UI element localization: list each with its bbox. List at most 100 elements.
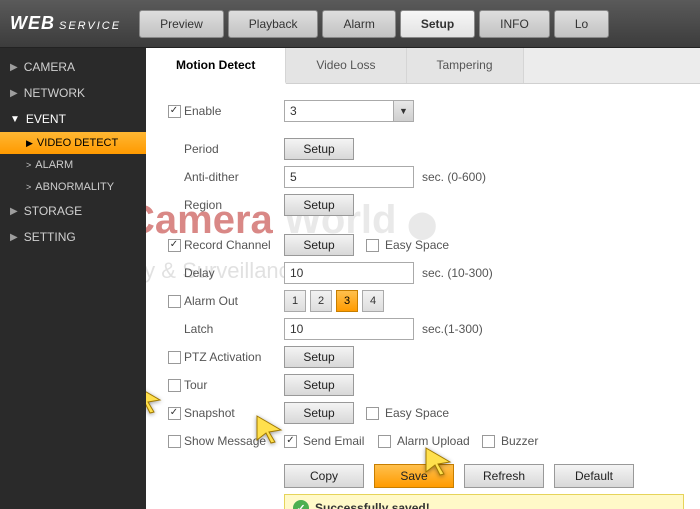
- sidebar-item-setting[interactable]: ▶ SETTING: [0, 224, 146, 250]
- refresh-button[interactable]: Refresh: [464, 464, 544, 488]
- channel-1-button[interactable]: 1: [284, 290, 306, 312]
- show-message-checkbox[interactable]: [168, 435, 181, 448]
- logo-main: WEB: [10, 13, 55, 33]
- tab-logout[interactable]: Lo: [554, 10, 609, 38]
- enable-value: 3: [290, 104, 297, 118]
- enable-label: Enable: [184, 104, 284, 118]
- tab-setup[interactable]: Setup: [400, 10, 475, 38]
- snapshot-label: Snapshot: [184, 406, 284, 420]
- sub-tabs: Motion Detect Video Loss Tampering: [146, 48, 700, 84]
- tab-preview[interactable]: Preview: [139, 10, 224, 38]
- send-email-label: Send Email: [303, 434, 378, 448]
- sidebar-item-label: ABNORMALITY: [35, 181, 114, 193]
- record-channel-setup-button[interactable]: Setup: [284, 234, 354, 256]
- delay-input[interactable]: 10: [284, 262, 414, 284]
- tab-alarm[interactable]: Alarm: [322, 10, 395, 38]
- chevron-right-icon: >: [26, 182, 31, 192]
- channel-2-button[interactable]: 2: [310, 290, 332, 312]
- chevron-right-icon: ▶: [10, 206, 18, 217]
- toast-text: Successfully saved!: [315, 501, 430, 509]
- enable-checkbox[interactable]: [168, 105, 181, 118]
- subtab-video-loss[interactable]: Video Loss: [286, 48, 406, 83]
- alarm-upload-label: Alarm Upload: [397, 434, 482, 448]
- chevron-down-icon: ▼: [10, 114, 20, 125]
- snapshot-setup-button[interactable]: Setup: [284, 402, 354, 424]
- buzzer-label: Buzzer: [501, 434, 538, 448]
- buzzer-checkbox[interactable]: [482, 435, 495, 448]
- tab-playback[interactable]: Playback: [228, 10, 319, 38]
- latch-input[interactable]: 10: [284, 318, 414, 340]
- sidebar-item-label: STORAGE: [24, 204, 82, 218]
- enable-select[interactable]: 3 ▼: [284, 100, 414, 122]
- region-label: Region: [184, 198, 284, 212]
- subtab-motion-detect[interactable]: Motion Detect: [146, 48, 286, 84]
- toast: ✓ Successfully saved!: [284, 494, 684, 509]
- save-button[interactable]: Save: [374, 464, 454, 488]
- logo-sub: SERVICE: [59, 20, 121, 32]
- form: Enable 3 ▼ Period Setup Anti-dither 5 se…: [146, 84, 700, 509]
- snapshot-checkbox[interactable]: [168, 407, 181, 420]
- delay-label: Delay: [184, 266, 284, 280]
- content: CCTV Camera World ⬤ Expert Security & Su…: [146, 48, 700, 509]
- tour-checkbox[interactable]: [168, 379, 181, 392]
- delay-unit: sec. (10-300): [422, 266, 493, 280]
- anti-dither-label: Anti-dither: [184, 170, 284, 184]
- tab-info[interactable]: INFO: [479, 10, 550, 38]
- sidebar-item-storage[interactable]: ▶ STORAGE: [0, 198, 146, 224]
- sidebar-item-label: CAMERA: [24, 60, 75, 74]
- chevron-right-icon: ▶: [10, 88, 18, 99]
- sidebar-item-label: VIDEO DETECT: [37, 137, 118, 149]
- alarm-out-channels: 1 2 3 4: [284, 290, 384, 312]
- sidebar-item-alarm[interactable]: > ALARM: [0, 154, 146, 176]
- anti-dither-unit: sec. (0-600): [422, 170, 486, 184]
- sidebar-item-label: EVENT: [26, 112, 66, 126]
- subtab-tampering[interactable]: Tampering: [407, 48, 524, 83]
- send-email-checkbox[interactable]: [284, 435, 297, 448]
- latch-label: Latch: [184, 322, 284, 336]
- chevron-down-icon[interactable]: ▼: [393, 101, 413, 121]
- copy-button[interactable]: Copy: [284, 464, 364, 488]
- tour-label: Tour: [184, 378, 284, 392]
- record-channel-label: Record Channel: [184, 238, 284, 252]
- sidebar-item-label: SETTING: [24, 230, 76, 244]
- tour-setup-button[interactable]: Setup: [284, 374, 354, 396]
- ptz-label: PTZ Activation: [184, 350, 284, 364]
- easy-space-label: Easy Space: [385, 238, 449, 252]
- nav-tabs: Preview Playback Alarm Setup INFO Lo: [139, 10, 609, 38]
- pointer-icon: [146, 384, 164, 414]
- alarm-upload-checkbox[interactable]: [378, 435, 391, 448]
- sidebar-item-camera[interactable]: ▶ CAMERA: [0, 54, 146, 80]
- ptz-checkbox[interactable]: [168, 351, 181, 364]
- sidebar-item-abnormality[interactable]: > ABNORMALITY: [0, 176, 146, 198]
- sidebar-item-label: ALARM: [35, 159, 73, 171]
- channel-3-button[interactable]: 3: [336, 290, 358, 312]
- anti-dither-input[interactable]: 5: [284, 166, 414, 188]
- chevron-right-icon: ▶: [26, 138, 33, 149]
- alarm-out-label: Alarm Out: [184, 294, 284, 308]
- ptz-setup-button[interactable]: Setup: [284, 346, 354, 368]
- footer-buttons: Copy Save Refresh Default: [284, 464, 690, 488]
- chevron-right-icon: >: [26, 160, 31, 170]
- alarm-out-checkbox[interactable]: [168, 295, 181, 308]
- topbar: WEB SERVICE Preview Playback Alarm Setup …: [0, 0, 700, 48]
- chevron-right-icon: ▶: [10, 62, 18, 73]
- region-setup-button[interactable]: Setup: [284, 194, 354, 216]
- easy-space-checkbox[interactable]: [366, 239, 379, 252]
- easy-space-checkbox-2[interactable]: [366, 407, 379, 420]
- body: ▶ CAMERA ▶ NETWORK ▼ EVENT ▶ VIDEO DETECT > A…: [0, 48, 700, 509]
- chevron-right-icon: ▶: [10, 232, 18, 243]
- latch-unit: sec.(1-300): [422, 322, 483, 336]
- easy-space-label-2: Easy Space: [385, 406, 449, 420]
- channel-4-button[interactable]: 4: [362, 290, 384, 312]
- success-icon: ✓: [293, 500, 309, 509]
- record-channel-checkbox[interactable]: [168, 239, 181, 252]
- sidebar-item-event[interactable]: ▼ EVENT: [0, 106, 146, 132]
- show-message-label: Show Message: [184, 434, 284, 448]
- sidebar-item-label: NETWORK: [24, 86, 85, 100]
- sidebar-item-network[interactable]: ▶ NETWORK: [0, 80, 146, 106]
- logo: WEB SERVICE: [10, 13, 121, 34]
- sidebar-item-video-detect[interactable]: ▶ VIDEO DETECT: [0, 132, 146, 154]
- default-button[interactable]: Default: [554, 464, 634, 488]
- period-label: Period: [184, 142, 284, 156]
- period-setup-button[interactable]: Setup: [284, 138, 354, 160]
